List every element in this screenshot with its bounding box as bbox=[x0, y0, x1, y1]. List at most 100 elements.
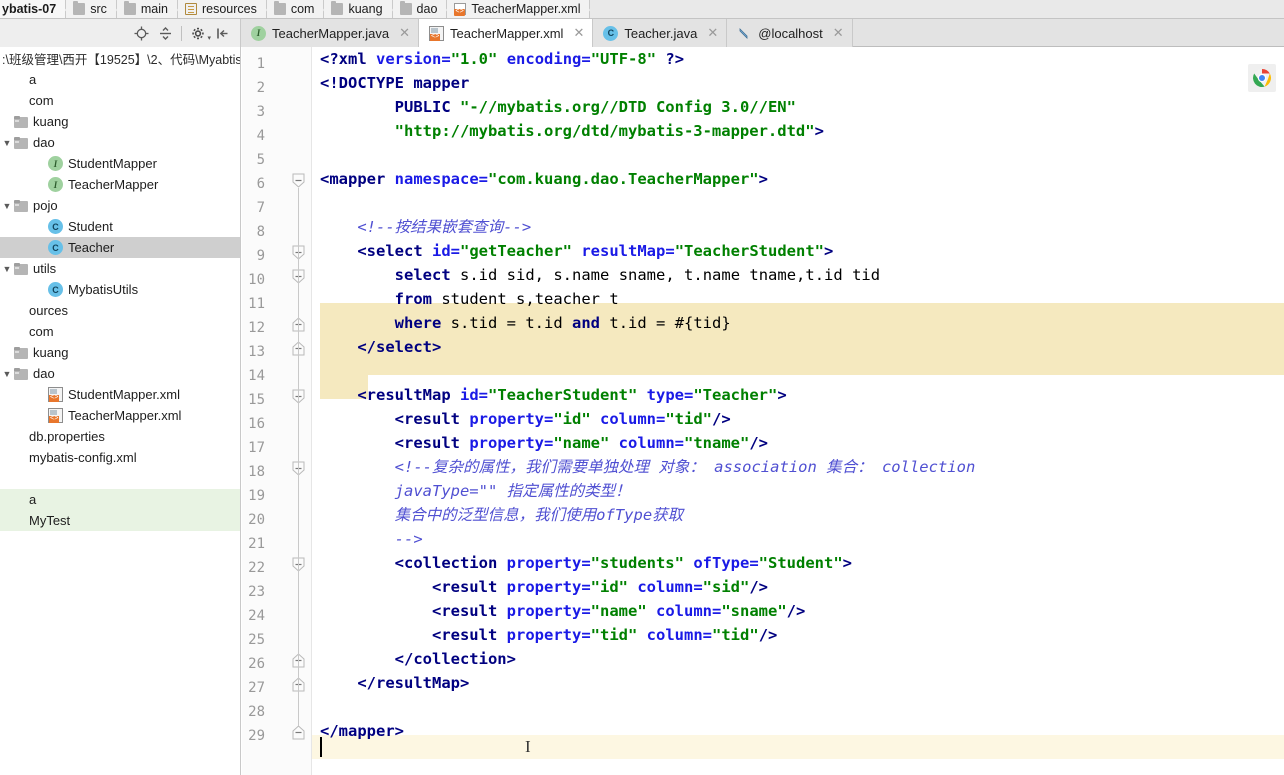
hide-panel-icon[interactable] bbox=[210, 22, 234, 44]
breadcrumb-item-file[interactable]: TeacherMapper.xml bbox=[447, 0, 591, 18]
code-line[interactable]: <collection property="students" ofType="… bbox=[320, 551, 852, 575]
editor-gutter[interactable]: 1 2 3 4 5 6 7 8 9 10 11 12 13 14 15 16 17 18 19 20 21 22 23 24 2… bbox=[242, 47, 312, 775]
code-line[interactable]: </resultMap> bbox=[320, 671, 469, 695]
breadcrumb-label: kuang bbox=[348, 2, 383, 16]
breadcrumb-label: com bbox=[290, 2, 315, 16]
tab-close-icon[interactable]: ✕ bbox=[573, 25, 584, 41]
chevron-down-icon[interactable]: ▼ bbox=[0, 201, 14, 211]
tree-item-label: com bbox=[29, 324, 54, 339]
chrome-icon[interactable] bbox=[1248, 64, 1276, 92]
tree-item[interactable]: MyTest bbox=[0, 510, 240, 531]
code-line[interactable]: <!--复杂的属性，我们需要单独处理 对象： association 集合： c… bbox=[320, 455, 976, 479]
code-line[interactable]: <result property="name" column="tname"/> bbox=[320, 431, 768, 455]
code-line[interactable]: select s.id sid, s.name sname, t.name tn… bbox=[320, 263, 880, 287]
tree-item[interactable]: C Student bbox=[0, 216, 240, 237]
tree-item[interactable]: C Teacher bbox=[0, 237, 240, 258]
locate-in-tree-icon[interactable] bbox=[129, 22, 153, 44]
tree-item[interactable]: StudentMapper.xml bbox=[0, 384, 240, 405]
tree-item[interactable]: ▼ utils bbox=[0, 258, 240, 279]
interface-icon: I bbox=[48, 156, 63, 171]
tree-item[interactable]: db.properties bbox=[0, 426, 240, 447]
tree-item-label: kuang bbox=[33, 114, 69, 129]
project-tree-panel[interactable]: :\班级管理\西开【19525】\2、代码\Myabtis a com kuang ▼… bbox=[0, 47, 241, 775]
code-line[interactable]: <result property="id" column="tid"/> bbox=[320, 407, 731, 431]
tree-item[interactable]: kuang bbox=[0, 111, 240, 132]
code-line[interactable]: </select> bbox=[320, 335, 441, 359]
tree-item[interactable]: a bbox=[0, 489, 240, 510]
tab-close-icon[interactable]: ✕ bbox=[833, 25, 844, 41]
tree-item[interactable]: I StudentMapper bbox=[0, 153, 240, 174]
tab-close-icon[interactable]: ✕ bbox=[399, 25, 410, 41]
tree-item[interactable]: kuang bbox=[0, 342, 240, 363]
code-line[interactable]: from student s,teacher t bbox=[320, 287, 619, 311]
code-line[interactable]: <!DOCTYPE mapper bbox=[320, 71, 469, 95]
tab-localhost[interactable]: @localhost ✕ bbox=[727, 19, 853, 47]
tree-item[interactable]: com bbox=[0, 321, 240, 342]
code-line[interactable]: where s.tid = t.id and t.id = #{tid} bbox=[320, 311, 731, 335]
line-number: 22 bbox=[248, 560, 265, 576]
code-line[interactable]: <resultMap id="TeacherStudent" type="Tea… bbox=[320, 383, 786, 407]
code-line[interactable]: <result property="id" column="sid"/> bbox=[320, 575, 768, 599]
code-line[interactable]: "http://mybatis.org/dtd/mybatis-3-mapper… bbox=[320, 119, 824, 143]
breadcrumb-item-dao[interactable]: dao bbox=[392, 0, 448, 18]
code-line[interactable]: javaType="" 指定属性的类型！ bbox=[320, 479, 631, 503]
code-line[interactable]: PUBLIC "-//mybatis.org//DTD Config 3.0//… bbox=[320, 95, 796, 119]
folder-icon bbox=[14, 116, 28, 128]
tree-item[interactable]: com bbox=[0, 90, 240, 111]
tree-item-label: dao bbox=[33, 135, 55, 150]
chevron-down-icon[interactable]: ▼ bbox=[0, 264, 14, 274]
tree-item[interactable]: ources bbox=[0, 300, 240, 321]
chevron-down-icon[interactable]: ▼ bbox=[0, 369, 14, 379]
tree-item[interactable]: ▼ dao bbox=[0, 363, 240, 384]
tree-item-label: com bbox=[29, 93, 54, 108]
tab-teachermapper-java[interactable]: I TeacherMapper.java ✕ bbox=[241, 19, 419, 47]
breadcrumb-item-kuang[interactable]: kuang bbox=[324, 0, 393, 18]
code-line[interactable]: --> bbox=[320, 527, 423, 551]
code-line[interactable]: <result property="tid" column="tid"/> bbox=[320, 623, 777, 647]
tree-item-label: StudentMapper.xml bbox=[68, 387, 181, 402]
tree-item[interactable] bbox=[0, 468, 240, 489]
chevron-down-icon[interactable]: ▼ bbox=[0, 138, 14, 148]
project-tree[interactable]: a com kuang ▼ dao I StudentMapper I TeacherMappe… bbox=[0, 69, 240, 531]
tab-teacher-java[interactable]: C Teacher.java ✕ bbox=[593, 19, 728, 47]
collapse-all-icon[interactable] bbox=[153, 22, 177, 44]
breadcrumb-item-main[interactable]: main bbox=[116, 0, 179, 18]
code-line[interactable]: </mapper> bbox=[320, 719, 404, 743]
tree-item[interactable]: TeacherMapper.xml bbox=[0, 405, 240, 426]
code-line[interactable]: </collection> bbox=[320, 647, 516, 671]
tab-teachermapper-xml[interactable]: TeacherMapper.xml ✕ bbox=[418, 19, 594, 47]
settings-gear-icon[interactable]: ▾ bbox=[186, 22, 211, 44]
line-number: 26 bbox=[248, 656, 265, 672]
breadcrumb-item-com[interactable]: com bbox=[266, 0, 325, 18]
folder-grey-icon bbox=[123, 1, 136, 15]
tab-list: I TeacherMapper.java ✕ TeacherMapper.xml… bbox=[241, 19, 853, 47]
tree-item[interactable]: ▼ dao bbox=[0, 132, 240, 153]
code-line[interactable]: <select id="getTeacher" resultMap="Teach… bbox=[320, 239, 833, 263]
tree-item[interactable]: ▼ pojo bbox=[0, 195, 240, 216]
code-line[interactable]: 集合中的泛型信息，我们使用ofType获取 bbox=[320, 503, 684, 527]
breadcrumb-item-src[interactable]: src bbox=[66, 0, 117, 18]
tree-item-label: utils bbox=[33, 261, 57, 276]
tree-item[interactable]: mybatis-config.xml bbox=[0, 447, 240, 468]
line-number: 17 bbox=[248, 440, 265, 456]
tree-item-label: a bbox=[29, 72, 37, 87]
code-line[interactable]: <!--按结果嵌套查询--> bbox=[320, 215, 531, 239]
code-line[interactable]: <result property="name" column="sname"/> bbox=[320, 599, 805, 623]
tree-item-label: pojo bbox=[33, 198, 58, 213]
tree-item[interactable]: I TeacherMapper bbox=[0, 174, 240, 195]
line-number: 5 bbox=[256, 152, 265, 168]
tab-label: Teacher.java bbox=[624, 25, 698, 41]
line-number: 25 bbox=[248, 632, 265, 648]
tree-item[interactable]: C MybatisUtils bbox=[0, 279, 240, 300]
line-number: 20 bbox=[248, 512, 265, 528]
code-editor[interactable]: 1 2 3 4 5 6 7 8 9 10 11 12 13 14 15 16 17 18 19 20 21 22 23 24 2… bbox=[242, 47, 1284, 775]
code-line[interactable]: <?xml version="1.0" encoding="UTF-8" ?> bbox=[320, 47, 684, 71]
xml-file-icon bbox=[454, 3, 467, 16]
tree-item[interactable]: a bbox=[0, 69, 240, 90]
breadcrumb-item-resources[interactable]: resources bbox=[177, 0, 267, 18]
code-line[interactable]: <mapper namespace="com.kuang.dao.Teacher… bbox=[320, 167, 768, 191]
code-content[interactable]: <?xml version="1.0" encoding="UTF-8" ?> <… bbox=[312, 47, 1284, 775]
breadcrumb-item-project[interactable]: ybatis-07 bbox=[0, 0, 67, 18]
tab-close-icon[interactable]: ✕ bbox=[707, 25, 718, 41]
toolbar-divider bbox=[181, 25, 182, 41]
